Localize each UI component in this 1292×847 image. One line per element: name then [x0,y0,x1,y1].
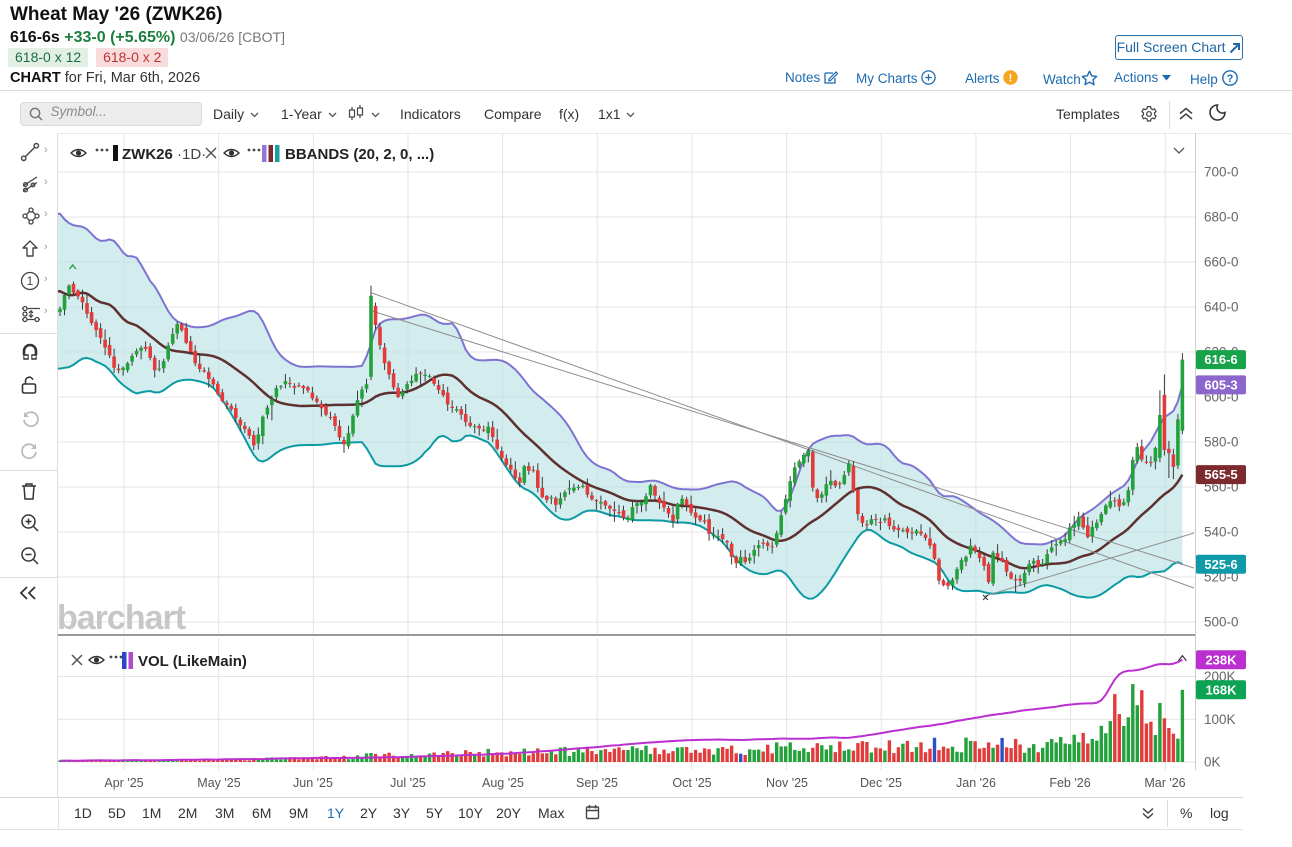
svg-text:ZWK26: ZWK26 [122,146,173,163]
svg-text:Apr '25: Apr '25 [104,776,143,790]
svg-text:Dec '25: Dec '25 [860,776,902,790]
svg-text:Jun '25: Jun '25 [293,776,333,790]
svg-text:100K: 100K [1204,712,1236,727]
svg-text:580-0: 580-0 [1204,435,1239,450]
svg-text:?: ? [1226,73,1233,85]
svg-text:616-6: 616-6 [1204,352,1237,367]
svg-text:Sep '25: Sep '25 [576,776,618,790]
svg-text:BBANDS (20, 2, 0, ...): BBANDS (20, 2, 0, ...) [285,146,434,163]
svg-text:0K: 0K [1204,755,1221,770]
svg-text:Feb '26: Feb '26 [1049,776,1090,790]
svg-text:Aug '25: Aug '25 [482,776,524,790]
svg-text:barchart: barchart [57,599,186,637]
svg-text:Jan '26: Jan '26 [956,776,996,790]
svg-text:·1D·: ·1D· [177,146,206,163]
svg-text:540-0: 540-0 [1204,525,1239,540]
svg-text:Nov '25: Nov '25 [766,776,808,790]
svg-text:500-0: 500-0 [1204,615,1239,630]
svg-text:!: ! [1009,72,1013,84]
svg-text:565-5: 565-5 [1204,467,1237,482]
svg-text:680-0: 680-0 [1204,210,1239,225]
svg-text:Jul '25: Jul '25 [390,776,426,790]
svg-text:168K: 168K [1205,682,1237,697]
svg-text:May '25: May '25 [197,776,240,790]
svg-text:640-0: 640-0 [1204,300,1239,315]
svg-text:Oct '25: Oct '25 [672,776,711,790]
svg-text:Mar '26: Mar '26 [1144,776,1185,790]
svg-text:660-0: 660-0 [1204,255,1239,270]
svg-text:238K: 238K [1205,652,1237,667]
svg-text:605-3: 605-3 [1204,378,1237,393]
svg-text:525-6: 525-6 [1204,557,1237,572]
svg-text:VOL (LikeMain): VOL (LikeMain) [138,653,247,670]
svg-text:700-0: 700-0 [1204,165,1239,180]
